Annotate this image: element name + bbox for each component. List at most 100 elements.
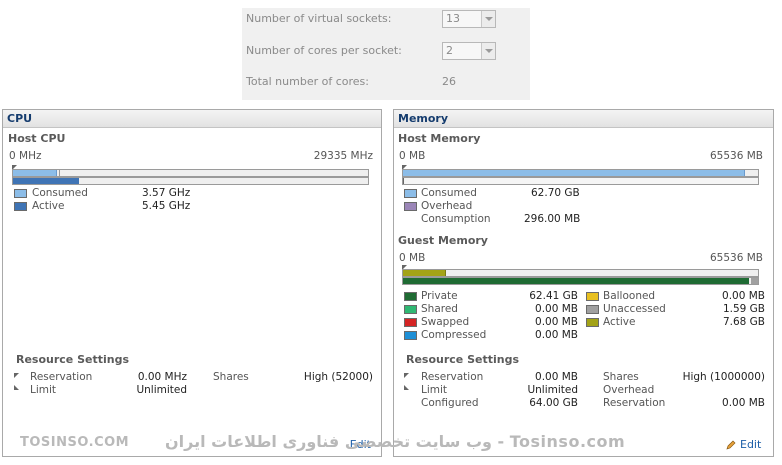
- memory-panel: Memory Host Memory 0 MB 65536 MB Consume…: [393, 109, 774, 457]
- memory-panel-title: Memory: [398, 112, 449, 125]
- vm-cpu-config-box: Number of virtual sockets: 13 Number of …: [242, 8, 530, 100]
- cpu-shares-value: High (52000): [303, 371, 373, 383]
- cpu-min: 0 MHz: [9, 150, 42, 162]
- private-label: Private: [421, 290, 458, 302]
- host-mem-consumed-bar: [402, 169, 759, 177]
- private-swatch: [404, 292, 417, 301]
- guest-private-bar: [402, 277, 759, 285]
- cpu-consumed-bar: [12, 169, 369, 177]
- mem-active-label: Active: [603, 316, 636, 328]
- limit-icon: [404, 385, 409, 390]
- cores-label: Number of cores per socket:: [246, 44, 402, 57]
- mem-resource-settings-title: Resource Settings: [406, 353, 520, 366]
- compressed-value: 0.00 MB: [535, 329, 578, 341]
- cores-value: 2: [446, 44, 453, 57]
- swapped-label: Swapped: [421, 316, 470, 328]
- unaccessed-value: 1.59 GB: [722, 303, 765, 315]
- watermark-left: TOSINSO.COM: [20, 435, 130, 450]
- mem-consumption-label: Consumption: [421, 213, 491, 225]
- guest-active-fill: [403, 270, 446, 276]
- cpu-active-label: Active: [32, 200, 65, 212]
- total-cores-value: 26: [442, 75, 456, 88]
- guest-private-fill: [403, 278, 750, 284]
- host-memory-title: Host Memory: [398, 132, 481, 145]
- cpu-consumed-value: 3.57 GHz: [142, 187, 191, 199]
- reservation-icon: [14, 373, 19, 378]
- mem-overhead-r-label: Overhead: [603, 384, 655, 396]
- mem-limit-label: Limit: [421, 384, 448, 396]
- cores-select[interactable]: 2: [442, 42, 496, 60]
- shared-label: Shared: [421, 303, 458, 315]
- unaccessed-swatch: [586, 305, 599, 314]
- cpu-consumed-label: Consumed: [32, 187, 88, 199]
- swapped-swatch: [404, 318, 417, 327]
- unaccessed-fill: [751, 278, 758, 284]
- active-swatch: [586, 318, 599, 327]
- mem-limit-value: Unlimited: [527, 384, 578, 396]
- mem-reservation-r-label: Reservation: [603, 397, 666, 409]
- unaccessed-label: Unaccessed: [603, 303, 666, 315]
- mem-active-value: 7.68 GB: [722, 316, 765, 328]
- shared-swatch: [404, 305, 417, 314]
- cpu-panel-title: CPU: [7, 112, 33, 125]
- cpu-max: 29335 MHz: [313, 150, 373, 162]
- reservation-icon: [404, 373, 409, 378]
- overhead-swatch: [404, 202, 417, 211]
- cpu-limit-value: Unlimited: [136, 384, 187, 396]
- chevron-down-icon: [481, 43, 495, 59]
- compressed-swatch: [404, 331, 417, 340]
- mem-reservation-value: 0.00 MB: [535, 371, 578, 383]
- cpu-resource-settings-title: Resource Settings: [16, 353, 130, 366]
- sockets-label: Number of virtual sockets:: [246, 12, 392, 25]
- host-mem-consumed-fill: [403, 170, 745, 176]
- cpu-active-fill: [13, 178, 80, 184]
- mem-reservation-label: Reservation: [421, 371, 484, 383]
- host-cpu-title: Host CPU: [8, 132, 66, 145]
- ballooned-swatch: [586, 292, 599, 301]
- cpu-active-value: 5.45 GHz: [142, 200, 191, 212]
- mem-shares-label: Shares: [603, 371, 639, 383]
- mem-overhead-label: Overhead: [421, 200, 473, 212]
- host-mem-max: 65536 MB: [709, 150, 763, 162]
- consumed-swatch: [404, 189, 417, 198]
- mem-configured-value: 64.00 GB: [529, 397, 578, 409]
- sockets-value: 13: [446, 12, 460, 25]
- private-value: 62.41 GB: [529, 290, 578, 302]
- limit-icon: [14, 385, 19, 390]
- guest-mem-min: 0 MB: [399, 252, 426, 264]
- shared-value: 0.00 MB: [535, 303, 578, 315]
- guest-active-bar: [402, 269, 759, 277]
- host-mem-min: 0 MB: [399, 150, 426, 162]
- mem-consumed-value: 62.70 GB: [531, 187, 580, 199]
- mem-configured-label: Configured: [421, 397, 479, 409]
- mem-consumed-label: Consumed: [421, 187, 477, 199]
- host-mem-overhead-bar: [402, 177, 759, 185]
- cpu-reservation-label: Reservation: [30, 371, 93, 383]
- compressed-label: Compressed: [421, 329, 487, 341]
- consumed-swatch: [14, 189, 27, 198]
- bar-divider: [59, 170, 61, 176]
- watermark: TOSINSO.COM وب سایت تخصصی فناوری اطلاعات…: [0, 432, 782, 456]
- guest-memory-title: Guest Memory: [398, 234, 488, 247]
- cpu-panel: CPU Host CPU 0 MHz 29335 MHz Consumed 3.…: [2, 109, 382, 457]
- cpu-consumed-fill: [13, 170, 58, 176]
- chevron-down-icon: [481, 11, 495, 27]
- mem-consumption-value: 296.00 MB: [524, 213, 581, 225]
- sockets-select[interactable]: 13: [442, 10, 496, 28]
- total-cores-label: Total number of cores:: [246, 75, 369, 88]
- cpu-shares-label: Shares: [213, 371, 249, 383]
- memory-panel-header: Memory: [394, 110, 773, 128]
- mem-shares-value: High (1000000): [682, 371, 765, 383]
- mem-reservation-r-value: 0.00 MB: [722, 397, 765, 409]
- active-swatch: [14, 202, 27, 211]
- cpu-reservation-value: 0.00 MHz: [137, 371, 187, 383]
- watermark-center: وب سایت تخصصی فناوری اطلاعات ایران - Tos…: [165, 432, 626, 451]
- cpu-active-bar: [12, 177, 369, 185]
- ballooned-value: 0.00 MB: [722, 290, 765, 302]
- swapped-value: 0.00 MB: [535, 316, 578, 328]
- guest-mem-max: 65536 MB: [709, 252, 763, 264]
- overhead-fill: [403, 178, 404, 184]
- cpu-limit-label: Limit: [30, 384, 57, 396]
- ballooned-label: Ballooned: [603, 290, 656, 302]
- cpu-panel-header: CPU: [3, 110, 381, 128]
